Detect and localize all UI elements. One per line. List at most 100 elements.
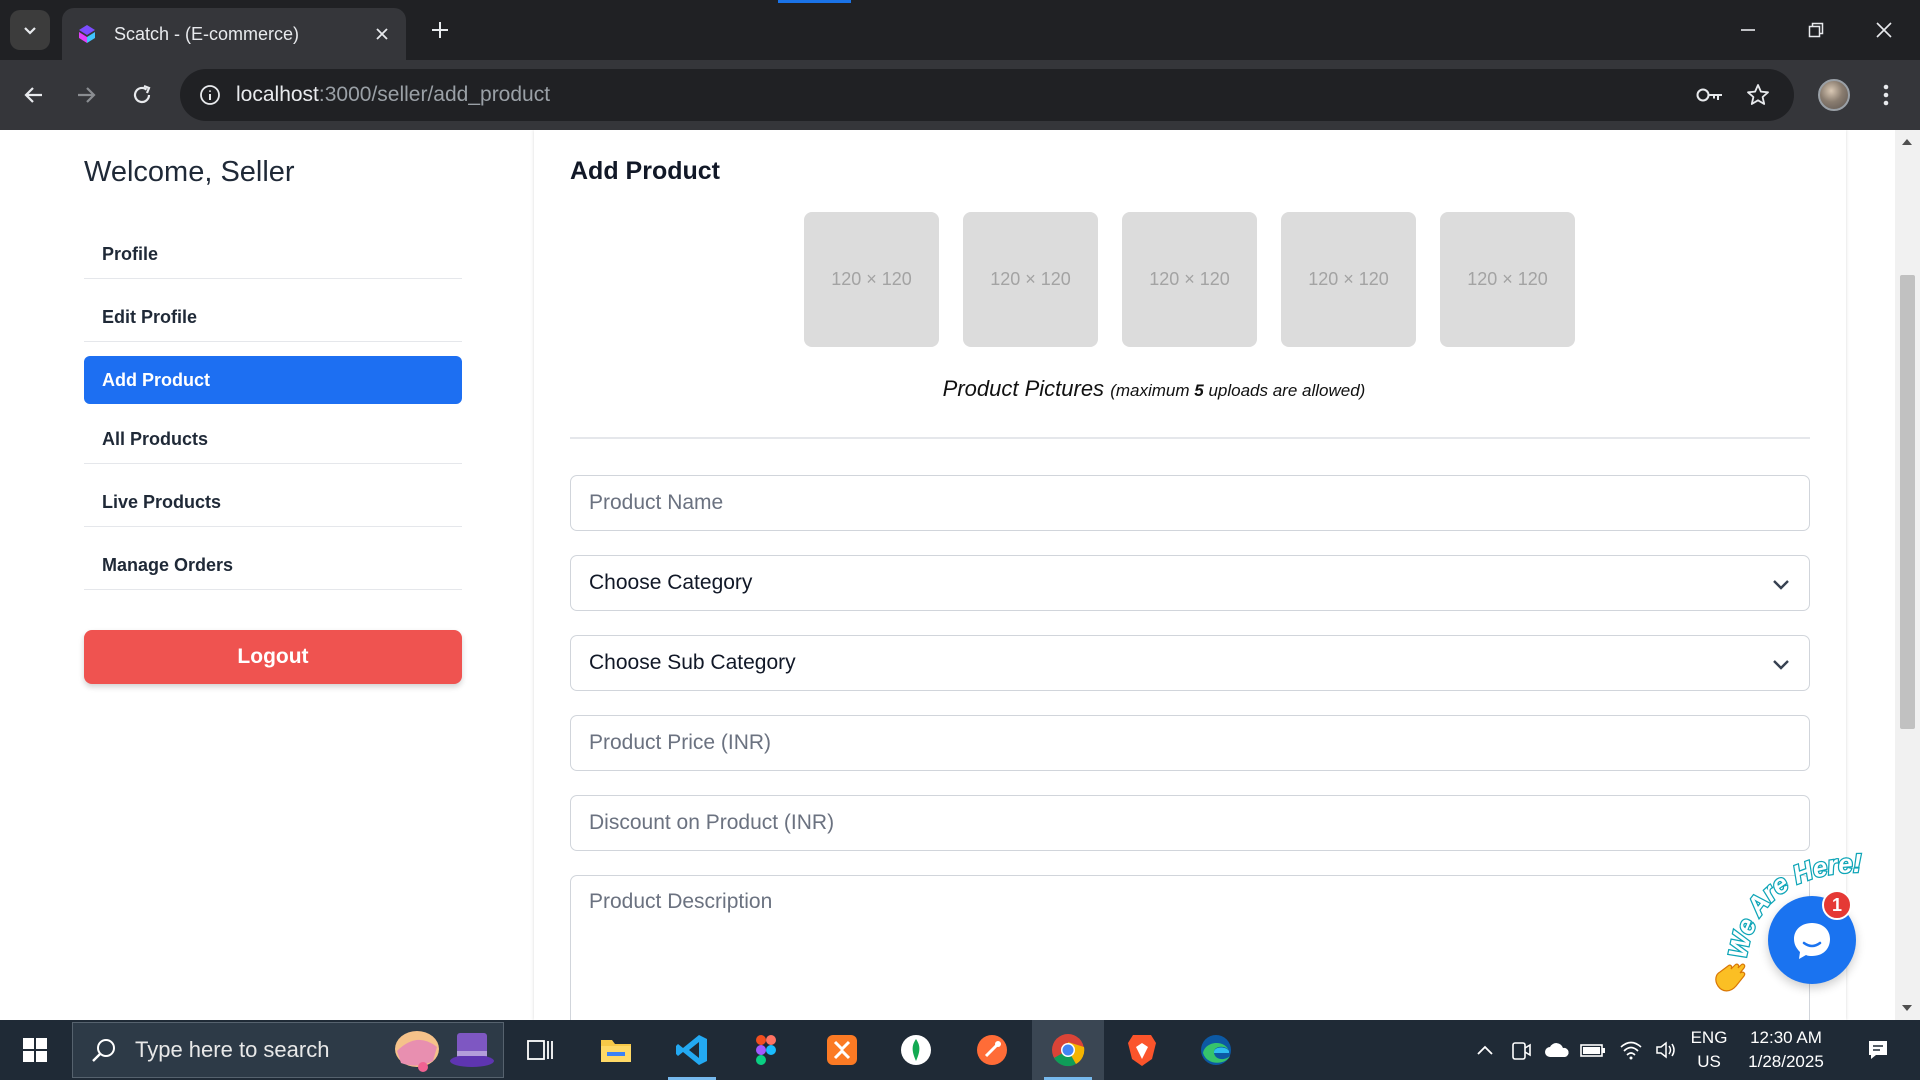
taskbar-brave[interactable]	[1106, 1020, 1178, 1080]
waving-hand-icon	[1710, 956, 1752, 1007]
site-favicon-icon	[76, 23, 98, 45]
password-key-icon[interactable]	[1688, 69, 1732, 121]
clock-time: 12:30 AM	[1750, 1028, 1822, 1047]
product-picture-thumbnails: 120 × 120 120 × 120 120 × 120 120 × 120 …	[804, 212, 1575, 347]
start-button[interactable]	[0, 1020, 70, 1080]
chrome-icon	[1052, 1034, 1085, 1067]
input-language-indicator[interactable]: ENG US	[1686, 1026, 1732, 1074]
close-icon	[1876, 22, 1892, 38]
sidebar-item-live-products[interactable]: Live Products	[84, 479, 462, 527]
bookmark-star-icon[interactable]	[1736, 69, 1780, 121]
tray-overflow-chevron-up-icon[interactable]	[1470, 1020, 1500, 1080]
add-product-panel: Add Product 120 × 120 120 × 120 120 × 12…	[534, 130, 1846, 1020]
product-picture-slot-3[interactable]: 120 × 120	[1122, 212, 1257, 347]
xampp-icon	[827, 1035, 857, 1065]
restore-icon	[1808, 22, 1824, 38]
taskbar-postman[interactable]	[956, 1020, 1028, 1080]
browser-menu-button[interactable]	[1874, 80, 1898, 110]
url-host: localhost	[236, 83, 319, 106]
product-price-placeholder: Product Price (INR)	[589, 731, 772, 754]
windows-taskbar: Type here to search ENG US 12:30 AM 1/28…	[0, 1020, 1920, 1080]
region-code: US	[1697, 1052, 1721, 1071]
site-info-icon[interactable]	[184, 84, 236, 106]
forward-button[interactable]	[66, 75, 106, 115]
back-button[interactable]	[14, 75, 54, 115]
discount-input[interactable]: Discount on Product (INR)	[570, 795, 1810, 851]
scroll-up-arrow-icon[interactable]	[1902, 139, 1912, 145]
product-price-input[interactable]: Product Price (INR)	[570, 715, 1810, 771]
sidebar-item-add-product[interactable]: Add Product	[84, 356, 462, 404]
chat-bubble-icon	[1794, 923, 1830, 959]
restore-button[interactable]	[1782, 0, 1850, 60]
product-picture-slot-5[interactable]: 120 × 120	[1440, 212, 1575, 347]
sidebar-item-all-products[interactable]: All Products	[84, 416, 462, 464]
taskbar-figma[interactable]	[730, 1020, 802, 1080]
scroll-down-arrow-icon[interactable]	[1902, 1005, 1912, 1011]
scrollbar-thumb[interactable]	[1900, 275, 1915, 729]
product-description-placeholder: Product Description	[589, 890, 773, 913]
arrow-right-icon	[78, 87, 96, 103]
chevron-down-icon	[1773, 580, 1789, 590]
tray-battery-icon[interactable]	[1576, 1020, 1610, 1080]
clock-date: 1/28/2025	[1748, 1052, 1824, 1071]
tab-close-icon[interactable]	[370, 22, 394, 46]
logout-button[interactable]: Logout	[84, 630, 462, 684]
address-url: localhost:3000/seller/add_product	[236, 83, 550, 107]
taskbar-mongodb-compass[interactable]	[880, 1020, 952, 1080]
product-name-placeholder: Product Name	[589, 491, 724, 514]
notification-center-button[interactable]	[1848, 1020, 1908, 1080]
browser-tab-active[interactable]: Scatch - (E-commerce)	[62, 8, 406, 60]
product-pictures-caption: Product Pictures (maximum 5 uploads are …	[534, 376, 1774, 402]
sub-category-select[interactable]: Choose Sub Category	[570, 635, 1810, 691]
browser-toolbar: localhost:3000/seller/add_product	[0, 60, 1920, 130]
pictures-label: Product Pictures	[942, 376, 1105, 401]
taskbar-search-box[interactable]: Type here to search	[72, 1022, 504, 1078]
close-window-button[interactable]	[1850, 0, 1918, 60]
reload-icon	[133, 84, 151, 104]
tray-volume-icon[interactable]	[1650, 1020, 1684, 1080]
taskbar-chrome[interactable]	[1032, 1020, 1104, 1080]
vscode-icon	[676, 1035, 707, 1065]
chevron-down-icon	[24, 27, 36, 35]
chat-widget: We Are Here! 1	[1700, 850, 1900, 1020]
sidebar-item-manage-orders[interactable]: Manage Orders	[84, 542, 462, 590]
new-tab-button[interactable]	[424, 14, 456, 46]
sidebar-item-profile[interactable]: Profile	[84, 231, 462, 279]
chevron-down-icon	[1773, 660, 1789, 670]
task-view-button[interactable]	[504, 1020, 576, 1080]
arrow-left-icon	[24, 87, 42, 103]
minimize-button[interactable]	[1714, 0, 1782, 60]
sub-category-select-value: Choose Sub Category	[589, 651, 796, 674]
tab-loading-indicator	[778, 0, 851, 3]
notification-icon	[1869, 1041, 1887, 1059]
reload-button[interactable]	[122, 75, 162, 115]
product-picture-slot-4[interactable]: 120 × 120	[1281, 212, 1416, 347]
seller-sidebar: Welcome, Seller Profile Edit Profile Add…	[0, 130, 534, 1020]
tab-search-button[interactable]	[10, 10, 50, 50]
language-code: ENG	[1690, 1028, 1728, 1047]
more-vertical-icon	[1883, 84, 1889, 106]
product-picture-slot-2[interactable]: 120 × 120	[963, 212, 1098, 347]
profile-avatar[interactable]	[1818, 79, 1850, 111]
tray-onedrive-cloud-icon[interactable]	[1540, 1020, 1574, 1080]
taskbar-clock[interactable]: 12:30 AM 1/28/2025	[1740, 1026, 1832, 1074]
taskbar-file-explorer[interactable]	[580, 1020, 652, 1080]
taskbar-edge[interactable]	[1180, 1020, 1252, 1080]
windows-logo-icon	[23, 1038, 47, 1062]
address-bar[interactable]: localhost:3000/seller/add_product	[180, 69, 1794, 121]
section-divider	[570, 437, 1810, 439]
tray-meet-icon[interactable]	[1506, 1020, 1536, 1080]
edge-icon	[1201, 1035, 1231, 1065]
tray-wifi-icon[interactable]	[1614, 1020, 1648, 1080]
product-description-textarea[interactable]: Product Description	[570, 875, 1810, 1020]
search-highlight-illustration-icon	[395, 1031, 494, 1072]
sidebar-item-edit-profile[interactable]: Edit Profile	[84, 294, 462, 342]
taskbar-vscode[interactable]	[656, 1020, 728, 1080]
discount-placeholder: Discount on Product (INR)	[589, 811, 835, 834]
category-select[interactable]: Choose Category	[570, 555, 1810, 611]
page-title: Add Product	[570, 157, 720, 185]
product-picture-slot-1[interactable]: 120 × 120	[804, 212, 939, 347]
product-name-input[interactable]: Product Name	[570, 475, 1810, 531]
minimize-icon	[1741, 29, 1755, 31]
taskbar-xampp[interactable]	[806, 1020, 878, 1080]
